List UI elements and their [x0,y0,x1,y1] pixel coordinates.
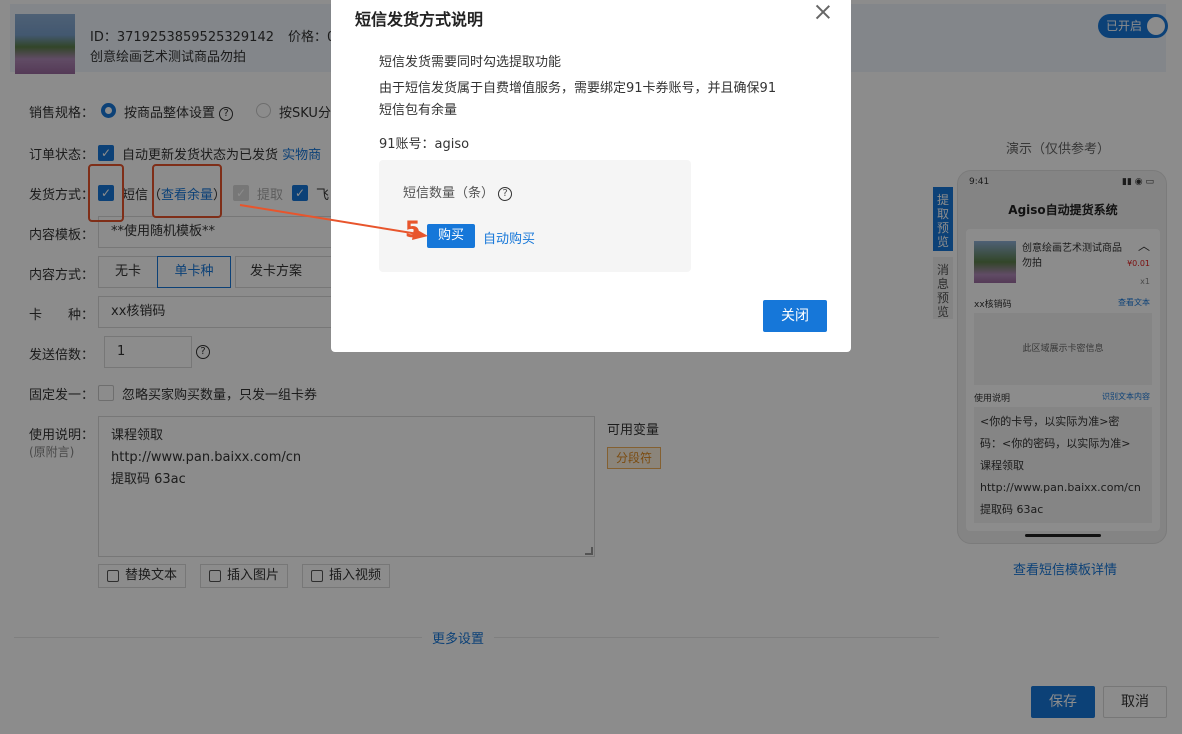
modal-account: 91账号：agiso [379,137,470,152]
modal-line-2: 由于短信发货属于自费增值服务，需要绑定91卡券账号，并且确保91 [379,81,777,96]
auto-buy-link[interactable]: 自动购买 [483,228,535,247]
close-icon[interactable] [815,4,831,20]
modal-line-1: 短信发货需要同时勾选提取功能 [379,55,562,70]
modal-close-button[interactable]: 关闭 [763,300,827,332]
sms-info-modal: 短信发货方式说明 短信发货需要同时勾选提取功能 由于短信发货属于自费增值服务，需… [331,0,851,352]
modal-title: 短信发货方式说明 [355,10,484,29]
sms-quantity-label: 短信数量（条） ? [403,182,513,201]
sms-quantity-panel: 短信数量（条） ? 5 购买 自动购买 [379,160,691,272]
help-icon[interactable]: ? [498,186,513,201]
step-number: 5 [405,218,421,243]
modal-line-3: 短信包有余量 [379,103,458,118]
buy-button[interactable]: 购买 [427,224,475,248]
